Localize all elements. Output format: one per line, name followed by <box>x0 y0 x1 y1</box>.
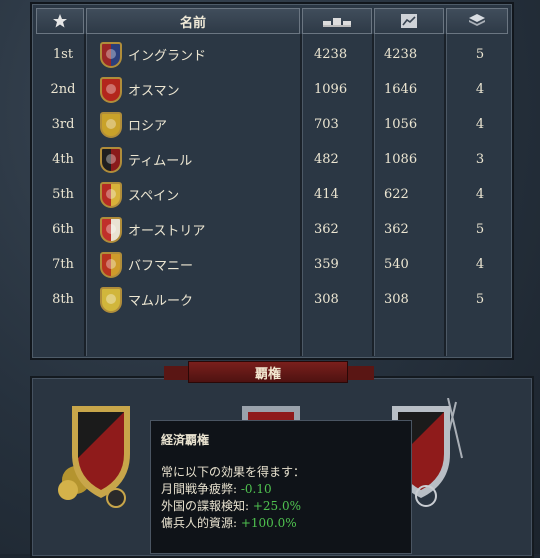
rank-cell: 1st <box>52 47 74 62</box>
country-cell: ティムール <box>100 142 306 177</box>
tooltip-effect-line: 外国の諜報検知: +25.0% <box>161 498 401 515</box>
country-name: バフマニー <box>128 259 194 274</box>
value-cell: 362 <box>384 222 409 237</box>
table-row[interactable]: 5th スペイン 414 622 4 <box>38 177 506 212</box>
value-cell: 540 <box>384 257 409 272</box>
tooltip-effect-line: 月間戦争疲弊: -0.10 <box>161 481 401 498</box>
hegemony-tooltip: 経済覇権 常に以下の効果を得ます： 月間戦争疲弊: -0.10 外国の諜報検知:… <box>150 420 412 554</box>
country-name: オスマン <box>128 84 180 99</box>
country-shield-icon <box>100 146 122 173</box>
value-cell: 4 <box>475 82 485 97</box>
country-shield-icon <box>100 181 122 208</box>
country-cell: バフマニー <box>100 247 306 282</box>
rank-cell: 8th <box>52 292 74 307</box>
country-name: イングランド <box>128 49 207 64</box>
tooltip-title: 経済覇権 <box>161 433 210 447</box>
rank-cell: 2nd <box>50 82 76 97</box>
header-rank[interactable] <box>36 8 84 34</box>
tooltip-intro: 常に以下の効果を得ます： <box>161 465 306 479</box>
country-shield-icon <box>100 41 122 68</box>
star-icon <box>53 14 67 28</box>
header-ships[interactable] <box>302 8 372 34</box>
hegemony-banner: 覇権 <box>188 361 348 383</box>
effect-label: 月間戦争疲弊: <box>161 482 241 496</box>
rank-cell: 4th <box>52 152 74 167</box>
table-row[interactable]: 1st イングランド 4238 4238 5 <box>38 37 506 72</box>
country-name: オーストリア <box>128 224 206 239</box>
value-cell: 1646 <box>384 82 418 97</box>
value-cell: 4238 <box>384 47 418 62</box>
header-name[interactable]: 名前 <box>86 8 300 34</box>
banner-ribbon-right <box>348 366 374 380</box>
value-cell: 4238 <box>314 47 348 62</box>
effect-value: +100.0% <box>240 516 297 530</box>
value-cell: 4 <box>475 257 485 272</box>
country-shield-icon <box>100 251 122 278</box>
value-cell: 3 <box>475 152 485 167</box>
header-stack[interactable] <box>446 8 508 34</box>
country-cell: マムルーク <box>100 282 306 317</box>
country-name: スペイン <box>128 189 180 204</box>
value-cell: 414 <box>314 187 339 202</box>
economic-hegemony-emblem[interactable] <box>58 398 144 508</box>
country-shield-icon <box>100 286 122 313</box>
value-cell: 622 <box>384 187 409 202</box>
country-name: ロシア <box>128 119 168 134</box>
value-cell: 5 <box>475 222 485 237</box>
value-cell: 4 <box>475 187 485 202</box>
country-cell: オーストリア <box>100 212 306 247</box>
value-cell: 1086 <box>384 152 418 167</box>
value-cell: 359 <box>314 257 339 272</box>
header-trend[interactable] <box>374 8 444 34</box>
country-name: ティムール <box>128 154 193 169</box>
rank-cell: 6th <box>52 222 74 237</box>
effect-label: 傭兵人的資源: <box>161 516 241 530</box>
value-cell: 308 <box>314 292 339 307</box>
country-cell: イングランド <box>100 37 306 72</box>
rank-cell: 5th <box>52 187 74 202</box>
value-cell: 5 <box>475 47 485 62</box>
ships-icon <box>323 18 351 27</box>
country-cell: ロシア <box>100 107 306 142</box>
country-cell: スペイン <box>100 177 306 212</box>
value-cell: 703 <box>314 117 339 132</box>
table-row[interactable]: 8th マムルーク 308 308 5 <box>38 282 506 317</box>
value-cell: 1056 <box>384 117 418 132</box>
value-cell: 482 <box>314 152 339 167</box>
table-row[interactable]: 7th バフマニー 359 540 4 <box>38 247 506 282</box>
value-cell: 1096 <box>314 82 348 97</box>
country-cell: オスマン <box>100 72 306 107</box>
effect-value: +25.0% <box>252 499 302 513</box>
value-cell: 362 <box>314 222 339 237</box>
country-shield-icon <box>100 111 122 138</box>
rank-cell: 7th <box>52 257 74 272</box>
table-row[interactable]: 2nd オスマン 1096 1646 4 <box>38 72 506 107</box>
effect-label: 外国の諜報検知: <box>161 499 253 513</box>
table-row[interactable]: 4th ティムール 482 1086 3 <box>38 142 506 177</box>
rank-cell: 3rd <box>51 117 75 132</box>
table-row[interactable]: 6th オーストリア 362 362 5 <box>38 212 506 247</box>
banner-ribbon-left <box>164 366 190 380</box>
ranking-table: 名前 1st イングランド 4238 4238 5 2nd オスマン 1096 1646 4 3rd… <box>30 2 514 360</box>
table-row[interactable]: 3rd ロシア 703 1056 4 <box>38 107 506 142</box>
tooltip-effect-line: 傭兵人的資源: +100.0% <box>161 515 401 532</box>
value-cell: 5 <box>475 292 485 307</box>
country-name: マムルーク <box>128 294 194 309</box>
country-shield-icon <box>100 76 122 103</box>
stack-icon <box>469 14 485 26</box>
country-shield-icon <box>100 216 122 243</box>
value-cell: 308 <box>384 292 409 307</box>
value-cell: 4 <box>475 117 485 132</box>
effect-value: -0.10 <box>240 482 272 496</box>
trend-chart-icon <box>401 14 417 28</box>
